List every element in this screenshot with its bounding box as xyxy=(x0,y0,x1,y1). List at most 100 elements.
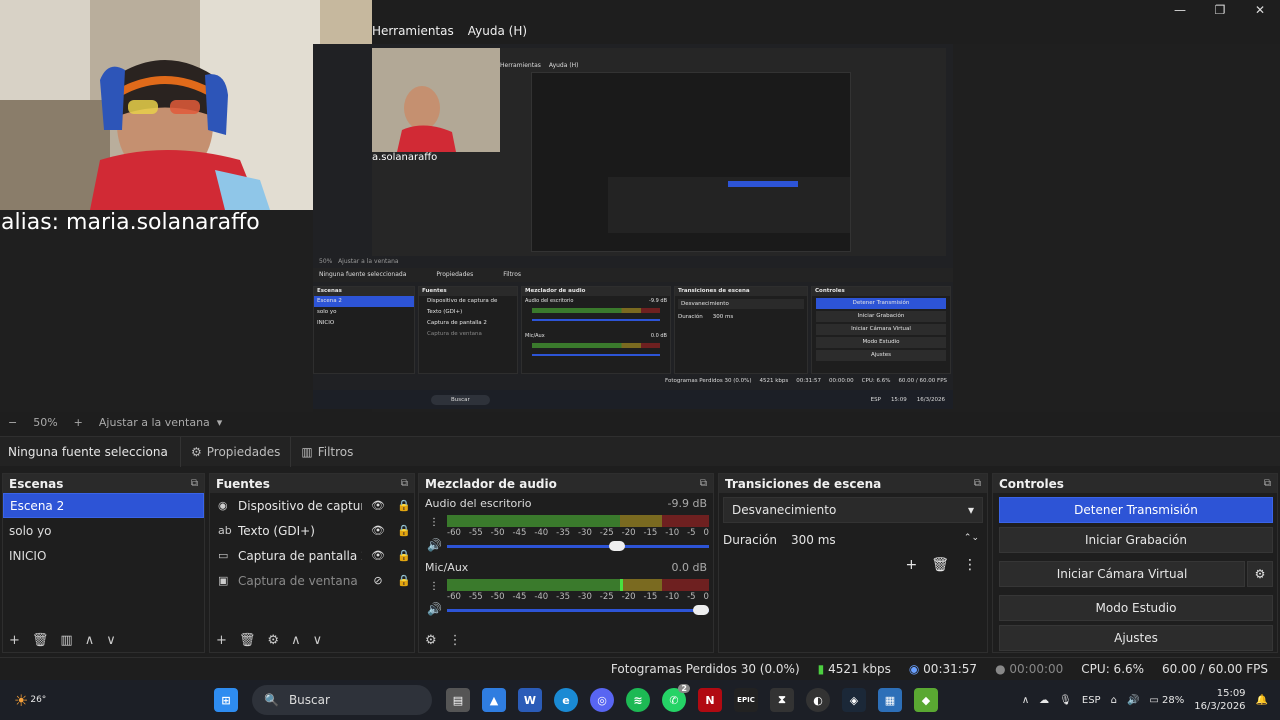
maximize-button[interactable]: ❐ xyxy=(1200,0,1240,20)
popout-icon[interactable]: ⧉ xyxy=(974,478,981,489)
source-item[interactable]: ◉Dispositivo de captura de 👁🔒 xyxy=(210,493,414,518)
notification-bell-icon[interactable]: 🔔 xyxy=(1256,695,1268,706)
photos-icon[interactable]: ▲ xyxy=(482,688,506,712)
app-window-icon[interactable]: ▦ xyxy=(878,688,902,712)
duration-stepper[interactable]: 300 ms ⌃⌄ xyxy=(783,533,987,547)
lock-icon[interactable]: 🔒 xyxy=(394,549,414,562)
trash-icon[interactable]: 🗑 xyxy=(32,633,49,648)
spotify-icon[interactable]: ≋ xyxy=(626,688,650,712)
menu-help[interactable]: Ayuda (H) xyxy=(468,24,527,38)
nested-transitions-dock: Transiciones de escena Desvanecimiento D… xyxy=(674,286,808,374)
controls-title: Controles xyxy=(999,476,1064,491)
signal-icon: ▮ xyxy=(817,661,825,676)
netflix-icon[interactable]: N xyxy=(698,688,722,712)
start-recording-button[interactable]: Iniciar Grabación xyxy=(999,527,1273,553)
gear-icon[interactable]: ⚙ xyxy=(1247,561,1273,587)
chevron-down-icon[interactable]: ∨ xyxy=(313,633,323,648)
minimize-button[interactable]: — xyxy=(1160,0,1200,20)
volume-icon[interactable]: 🔊 xyxy=(1127,695,1139,706)
eye-icon[interactable]: 👁 xyxy=(368,549,388,562)
add-icon[interactable]: + xyxy=(9,633,20,648)
preview-canvas[interactable]: a.solanaraffo Herramientas Ayuda (H) 50%… xyxy=(313,44,953,409)
gear-icon[interactable]: ⚙ xyxy=(267,633,279,648)
epic-games-icon[interactable]: EPIC xyxy=(734,688,758,712)
fit-to-window-dropdown[interactable]: Ajustar a la ventana ▾ xyxy=(99,416,222,429)
chevron-up-icon[interactable]: ∧ xyxy=(291,633,301,648)
speaker-icon[interactable]: 🔊 xyxy=(427,602,442,616)
filters-button[interactable]: ▥ Filtros xyxy=(290,436,363,467)
scene-item[interactable]: INICIO xyxy=(3,543,204,568)
volume-slider[interactable] xyxy=(447,605,709,615)
more-options-icon[interactable]: ⋮ xyxy=(449,633,462,648)
eye-icon[interactable]: 👁 xyxy=(368,499,388,512)
popout-icon[interactable]: ⧉ xyxy=(401,478,408,489)
windows-start-icon[interactable]: ⊞ xyxy=(214,688,238,712)
word-icon[interactable]: W xyxy=(518,688,542,712)
properties-button[interactable]: ⚙ Propiedades xyxy=(180,436,290,467)
settings-button[interactable]: Ajustes xyxy=(999,625,1273,651)
minecraft-icon[interactable]: ◆ xyxy=(914,688,938,712)
fps: 60.00 / 60.00 FPS xyxy=(1162,661,1268,676)
gear-icon: ⚙ xyxy=(191,444,202,459)
more-options-icon[interactable]: ⋮ xyxy=(429,517,439,528)
spinner-icon[interactable]: ⌃⌄ xyxy=(964,533,979,547)
add-icon[interactable]: + xyxy=(216,633,227,648)
whatsapp-icon[interactable]: ✆ 2 xyxy=(662,684,690,712)
slider-thumb[interactable] xyxy=(693,605,709,615)
nested-status: Fotogramas Perdidos 30 (0.0%) 4521 kbps 00… xyxy=(664,378,947,384)
volume-slider[interactable] xyxy=(447,541,709,551)
obs-icon[interactable]: ◐ xyxy=(806,688,830,712)
microphone-icon[interactable]: 🎙 xyxy=(1059,695,1072,706)
slider-thumb[interactable] xyxy=(609,541,625,551)
chevron-up-icon[interactable]: ∧ xyxy=(85,633,95,648)
file-explorer-icon[interactable]: ▤ xyxy=(446,688,470,712)
steam-icon[interactable]: ◈ xyxy=(842,688,866,712)
speaker-icon[interactable]: 🔊 xyxy=(427,538,442,552)
capcut-icon[interactable]: ⧗ xyxy=(770,688,794,712)
eye-hidden-icon[interactable]: ⊘ xyxy=(368,574,388,587)
lock-icon[interactable]: 🔒 xyxy=(394,499,414,512)
taskbar-search[interactable]: 🔍 Buscar xyxy=(252,685,432,715)
scene-item[interactable]: solo yo xyxy=(3,518,204,543)
source-item[interactable]: ab Texto (GDI+) 👁 🔒 xyxy=(210,518,414,543)
settings-icon[interactable]: ⚙ xyxy=(425,633,437,648)
trash-icon[interactable]: 🗑 xyxy=(931,557,949,573)
studio-mode-button[interactable]: Modo Estudio xyxy=(999,595,1273,621)
close-button[interactable]: ✕ xyxy=(1240,0,1280,20)
lock-icon[interactable]: 🔒 xyxy=(394,524,414,537)
popout-icon[interactable]: ⧉ xyxy=(700,478,707,489)
battery[interactable]: ▭ 28% xyxy=(1149,695,1184,706)
chevron-down-icon[interactable]: ∨ xyxy=(106,633,116,648)
source-item[interactable]: ▣ Captura de ventana ⊘ 🔒 xyxy=(210,568,414,593)
language-indicator[interactable]: ESP xyxy=(1082,695,1101,706)
lock-icon[interactable]: 🔒 xyxy=(394,574,414,587)
add-icon[interactable]: + xyxy=(905,557,917,573)
cloud-icon[interactable]: ☁ xyxy=(1039,695,1049,706)
transitions-title: Transiciones de escena xyxy=(725,476,882,491)
transition-select[interactable]: Desvanecimiento ▾ xyxy=(723,497,983,523)
eye-icon[interactable]: 👁 xyxy=(368,524,388,537)
menu-bar: Herramientas Ayuda (H) xyxy=(372,20,527,42)
trash-icon[interactable]: 🗑 xyxy=(239,633,256,648)
start-virtual-camera-button[interactable]: Iniciar Cámara Virtual xyxy=(999,561,1245,587)
discord-icon[interactable]: ◎ xyxy=(590,688,614,712)
more-options-icon[interactable]: ⋮ xyxy=(429,581,439,592)
popout-icon[interactable]: ⧉ xyxy=(1264,478,1271,489)
weather-widget[interactable]: ☀ 26° xyxy=(14,691,164,710)
scene-filter-icon[interactable]: ▥ xyxy=(60,633,72,648)
audio-mixer-dock: Mezclador de audio ⧉ Audio del escritorio… xyxy=(418,473,714,653)
menu-tools[interactable]: Herramientas xyxy=(372,24,454,38)
zoom-bar: − 50% + Ajustar a la ventana ▾ xyxy=(0,412,1280,432)
stop-streaming-button[interactable]: Detener Transmisión xyxy=(999,497,1273,523)
clock[interactable]: 15:09 16/3/2026 xyxy=(1194,687,1245,713)
record-icon: ● xyxy=(995,661,1006,676)
popout-icon[interactable]: ⧉ xyxy=(191,478,198,489)
network-icon[interactable]: ⌂ xyxy=(1111,695,1117,706)
scene-item[interactable]: Escena 2 xyxy=(3,493,204,518)
more-options-icon[interactable]: ⋮ xyxy=(963,557,977,573)
chevron-up-icon[interactable]: ∧ xyxy=(1022,695,1029,706)
source-item[interactable]: ▭ Captura de pantalla 2 👁 🔒 xyxy=(210,543,414,568)
edge-icon[interactable]: e xyxy=(554,688,578,712)
zoom-in-button[interactable]: + xyxy=(74,416,83,429)
zoom-out-button[interactable]: − xyxy=(8,416,17,429)
